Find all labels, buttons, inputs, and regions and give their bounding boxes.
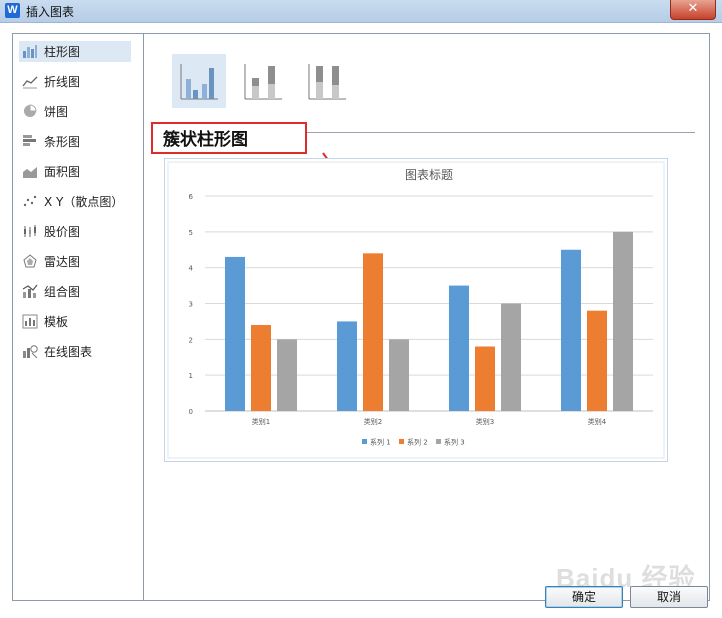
bar-1-2: [337, 321, 357, 411]
sidebar-item-online-chart[interactable]: 在线图表: [19, 341, 131, 362]
insert-chart-dialog: 柱形图折线图饼图条形图面积图 X Y（散点图） 股价图雷达图组合图模板在线图表: [0, 23, 722, 618]
legend-label-2: 系列 2: [407, 438, 428, 447]
legend-label-3: 系列 3: [444, 438, 465, 447]
sidebar-item-label: 在线图表: [44, 345, 93, 359]
sidebar-item-template[interactable]: 模板: [19, 311, 131, 332]
chart-type-sidebar: 柱形图折线图饼图条形图面积图 X Y（散点图） 股价图雷达图组合图模板在线图表: [13, 34, 144, 600]
bar-2-2: [363, 253, 383, 411]
radar-chart-icon: [22, 254, 38, 269]
sidebar-item-label: 柱形图: [44, 45, 81, 59]
y-tick-label: 6: [189, 193, 194, 201]
line-chart-icon: [22, 75, 38, 89]
online-chart-icon: [22, 345, 38, 359]
legend-swatch-3: [436, 439, 441, 444]
x-tick-label: 类别4: [588, 417, 607, 426]
bar-2-3: [475, 346, 495, 411]
bar-3-4: [613, 231, 633, 411]
area-chart-icon: [22, 165, 38, 179]
sidebar-item-scatter-chart[interactable]: X Y（散点图）: [19, 191, 131, 212]
sidebar-item-label: 面积图: [44, 165, 81, 179]
bar-chart-icon: [22, 135, 38, 149]
chart-title: 图表标题: [405, 168, 453, 182]
bar-3-1: [277, 339, 297, 411]
sidebar-item-label: 雷达图: [44, 255, 81, 269]
sidebar-item-label: X Y（散点图）: [44, 195, 124, 209]
column-chart-icon: [22, 45, 38, 59]
sidebar-item-label: 模板: [44, 315, 69, 329]
x-tick-label: 类别1: [252, 417, 270, 426]
stock-chart-icon: [22, 225, 38, 239]
sidebar-item-column-chart[interactable]: 柱形图: [19, 41, 131, 62]
bar-3-2: [389, 339, 409, 411]
y-tick-label: 1: [189, 372, 193, 380]
legend-swatch-2: [399, 439, 404, 444]
sidebar-item-bar-chart[interactable]: 条形图: [19, 131, 131, 152]
close-button[interactable]: ✕: [670, 0, 716, 20]
y-tick-label: 4: [189, 265, 194, 273]
chart-type-name: 簇状柱形图: [151, 122, 307, 154]
legend-label-1: 系列 1: [370, 438, 391, 447]
bar-1-1: [225, 256, 245, 411]
combo-chart-icon: [22, 284, 38, 299]
x-tick-label: 类别2: [364, 417, 382, 426]
subtype-clustered-column[interactable]: [172, 54, 226, 108]
bar-1-4: [561, 249, 581, 411]
bar-2-1: [251, 325, 271, 411]
wps-app-icon: W: [5, 3, 20, 18]
subtype-percent-stacked-column[interactable]: [300, 54, 354, 108]
cancel-button[interactable]: 取消: [630, 586, 708, 608]
title-bar: W 插入图表 ✕: [0, 0, 722, 23]
template-icon: [22, 314, 38, 329]
bar-2-4: [587, 310, 607, 411]
window-title: 插入图表: [26, 5, 75, 19]
sidebar-item-combo-chart[interactable]: 组合图: [19, 281, 131, 302]
pie-chart-icon: [22, 104, 38, 119]
sidebar-item-label: 饼图: [44, 105, 69, 119]
y-tick-label: 0: [189, 408, 193, 416]
chart-canvas: 图表标题 0 1 2 3 4 5 6 类别1 类别2 类别3 类别4 系列 1 系列 2 系列 3: [167, 161, 665, 459]
percent-stacked-column-icon: [308, 64, 346, 100]
scatter-chart-icon: [22, 195, 38, 209]
y-tick-label: 2: [189, 336, 193, 344]
bar-1-3: [449, 285, 469, 411]
sidebar-item-label: 组合图: [44, 285, 81, 299]
chart-preview: 图表标题 0 1 2 3 4 5 6 类别1 类别2 类别3 类别4 系列 1 系列 2 系列 3: [164, 158, 668, 462]
sidebar-item-line-chart[interactable]: 折线图: [19, 71, 131, 92]
sidebar-item-label: 条形图: [44, 135, 81, 149]
subtype-stacked-column[interactable]: [236, 54, 290, 108]
bar-3-3: [501, 303, 521, 411]
sidebar-item-label: 股价图: [44, 225, 81, 239]
sidebar-item-label: 折线图: [44, 75, 81, 89]
ok-button[interactable]: 确定: [545, 586, 623, 608]
x-tick-label: 类别3: [476, 417, 494, 426]
stacked-column-icon: [244, 64, 282, 100]
sidebar-item-area-chart[interactable]: 面积图: [19, 161, 131, 182]
sidebar-item-radar-chart[interactable]: 雷达图: [19, 251, 131, 272]
clustered-column-icon: [180, 64, 218, 100]
dialog-frame: 柱形图折线图饼图条形图面积图 X Y（散点图） 股价图雷达图组合图模板在线图表: [12, 33, 710, 601]
sidebar-item-stock-chart[interactable]: 股价图: [19, 221, 131, 242]
y-tick-label: 3: [189, 301, 193, 309]
sidebar-item-pie-chart[interactable]: 饼图: [19, 101, 131, 122]
legend-swatch-1: [362, 439, 367, 444]
y-tick-label: 5: [189, 229, 193, 237]
